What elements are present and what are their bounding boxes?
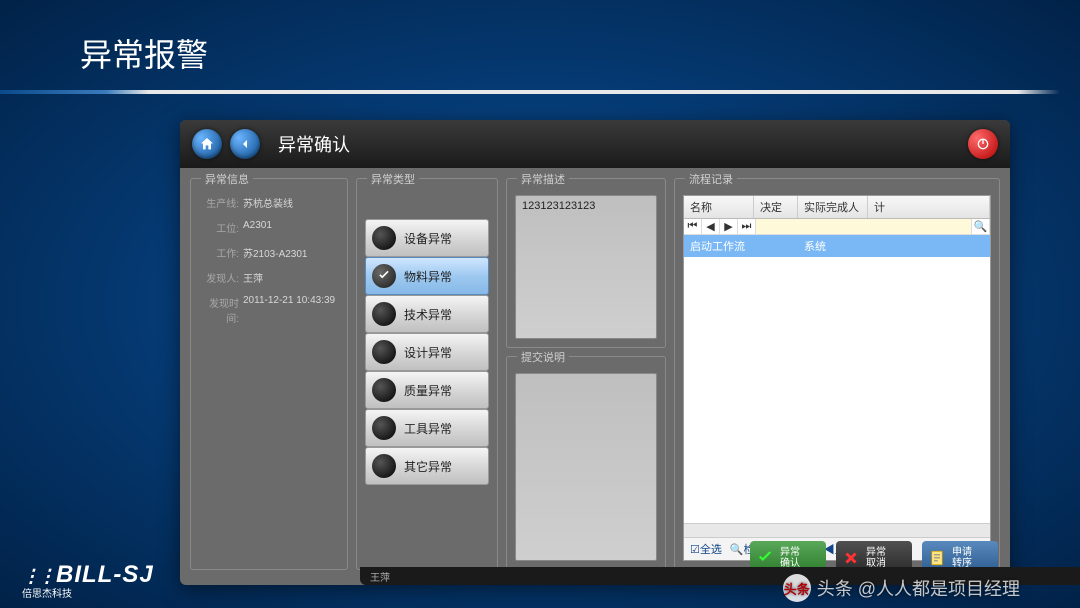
exception-type-item[interactable]: 物料异常 bbox=[365, 257, 489, 295]
flow-legend: 流程记录 bbox=[685, 171, 737, 187]
back-button[interactable] bbox=[230, 129, 260, 159]
type-label: 工具异常 bbox=[404, 420, 452, 437]
submit-panel: 提交说明 bbox=[506, 356, 666, 570]
power-icon bbox=[975, 136, 991, 152]
description-textarea[interactable]: 123123123123 bbox=[515, 195, 657, 339]
x-icon bbox=[840, 547, 862, 569]
grid-search-box[interactable] bbox=[756, 219, 972, 234]
radio-icon bbox=[372, 340, 396, 364]
type-label: 质量异常 bbox=[404, 382, 452, 399]
col-completer[interactable]: 实际完成人 bbox=[798, 196, 868, 218]
col-plan[interactable]: 计 bbox=[868, 196, 990, 218]
grid-header: 名称 决定 实际完成人 计 bbox=[684, 196, 990, 219]
col-name[interactable]: 名称 bbox=[684, 196, 754, 218]
radio-icon bbox=[372, 416, 396, 440]
col-decided[interactable]: 决定 bbox=[754, 196, 798, 218]
footer-selectall[interactable]: ☑全选 bbox=[690, 541, 722, 557]
info-value: 2011-12-21 10:43:39 bbox=[243, 295, 335, 325]
submit-textarea[interactable] bbox=[515, 373, 657, 561]
app-window: 异常确认 异常信息 生产线: 苏杭总装线 工位: A2301 工作: 苏2103… bbox=[180, 120, 1010, 585]
flow-grid: 名称 决定 实际完成人 计 ⏮ ◀ ▶ ⏭ 🔍 启动工作流 系统 bbox=[683, 195, 991, 561]
app-body: 异常信息 生产线: 苏杭总装线 工位: A2301 工作: 苏2103-A230… bbox=[180, 168, 1010, 570]
type-label: 设计异常 bbox=[404, 344, 452, 361]
watermark: 头条 头条 @人人都是项目经理 bbox=[783, 574, 1020, 602]
info-row: 工作: 苏2103-A2301 bbox=[199, 245, 339, 260]
power-button[interactable] bbox=[968, 129, 998, 159]
window-title: 异常确认 bbox=[278, 131, 350, 157]
info-value: A2301 bbox=[243, 220, 272, 235]
info-panel: 异常信息 生产线: 苏杭总装线 工位: A2301 工作: 苏2103-A230… bbox=[190, 178, 348, 570]
exception-type-item[interactable]: 设计异常 bbox=[365, 333, 489, 371]
info-value: 苏2103-A2301 bbox=[243, 245, 308, 260]
info-label: 生产线: bbox=[199, 195, 243, 210]
grid-h-scrollbar[interactable] bbox=[684, 523, 990, 537]
radio-icon bbox=[372, 264, 396, 288]
brand-logo: ⋮⋮BILL-SJ 倍思杰科技 bbox=[22, 561, 154, 600]
type-label: 设备异常 bbox=[404, 230, 452, 247]
radio-icon bbox=[372, 378, 396, 402]
cell-name: 启动工作流 bbox=[684, 238, 754, 254]
submit-legend: 提交说明 bbox=[517, 349, 569, 365]
grid-nav: ⏮ ◀ ▶ ⏭ 🔍 bbox=[684, 219, 990, 235]
radio-icon bbox=[372, 454, 396, 478]
table-row[interactable]: 启动工作流 系统 bbox=[684, 235, 990, 257]
types-panel: 异常类型 设备异常 物料异常 技术异常 设计异常 质量异 bbox=[356, 178, 498, 570]
nav-next-icon[interactable]: ▶ bbox=[720, 219, 738, 234]
check-icon bbox=[754, 547, 776, 569]
title-underline bbox=[0, 90, 1060, 94]
nav-first-icon[interactable]: ⏮ bbox=[684, 219, 702, 234]
info-row: 发现时间: 2011-12-21 10:43:39 bbox=[199, 295, 339, 325]
grid-search-icon[interactable]: 🔍 bbox=[972, 219, 990, 234]
info-legend: 异常信息 bbox=[201, 171, 253, 187]
home-icon bbox=[199, 136, 215, 152]
info-label: 发现时间: bbox=[199, 295, 243, 325]
info-label: 工位: bbox=[199, 220, 243, 235]
info-row: 工位: A2301 bbox=[199, 220, 339, 235]
exception-type-item[interactable]: 设备异常 bbox=[365, 219, 489, 257]
nav-prev-icon[interactable]: ◀ bbox=[702, 219, 720, 234]
nav-last-icon[interactable]: ⏭ bbox=[738, 219, 756, 234]
slide-title: 异常报警 bbox=[80, 30, 208, 76]
exception-type-item[interactable]: 工具异常 bbox=[365, 409, 489, 447]
exception-type-item[interactable]: 质量异常 bbox=[365, 371, 489, 409]
exception-type-item[interactable]: 技术异常 bbox=[365, 295, 489, 333]
back-icon bbox=[237, 136, 253, 152]
radio-icon bbox=[372, 302, 396, 326]
type-label: 其它异常 bbox=[404, 458, 452, 475]
description-legend: 异常描述 bbox=[517, 171, 569, 187]
cell-completer: 系统 bbox=[798, 238, 868, 254]
info-value: 王萍 bbox=[243, 270, 263, 285]
flow-panel: 流程记录 名称 决定 实际完成人 计 ⏮ ◀ ▶ ⏭ 🔍 启动工作流 bbox=[674, 178, 1000, 570]
radio-icon bbox=[372, 226, 396, 250]
middle-column: 异常描述 123123123123 提交说明 bbox=[506, 178, 666, 570]
doc-icon bbox=[926, 547, 948, 569]
info-label: 发现人: bbox=[199, 270, 243, 285]
description-panel: 异常描述 123123123123 bbox=[506, 178, 666, 348]
app-header: 异常确认 bbox=[180, 120, 1010, 168]
info-label: 工作: bbox=[199, 245, 243, 260]
type-label: 技术异常 bbox=[404, 306, 452, 323]
home-button[interactable] bbox=[192, 129, 222, 159]
cell-decided bbox=[754, 238, 798, 254]
type-label: 物料异常 bbox=[404, 268, 452, 285]
info-row: 生产线: 苏杭总装线 bbox=[199, 195, 339, 210]
info-value: 苏杭总装线 bbox=[243, 195, 293, 210]
info-row: 发现人: 王萍 bbox=[199, 270, 339, 285]
watermark-icon: 头条 bbox=[783, 574, 811, 602]
exception-type-item[interactable]: 其它异常 bbox=[365, 447, 489, 485]
types-legend: 异常类型 bbox=[367, 171, 419, 187]
